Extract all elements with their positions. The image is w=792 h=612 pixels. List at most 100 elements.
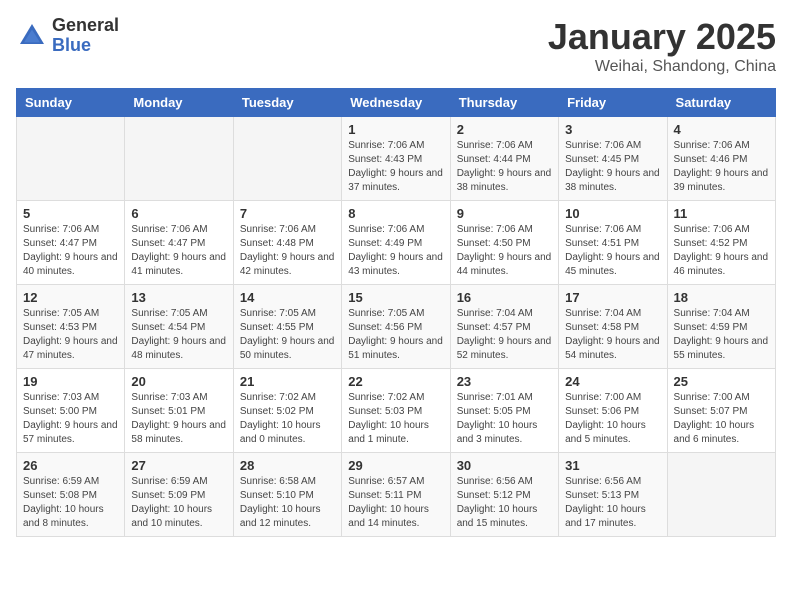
calendar-cell: 23 Sunrise: 7:01 AM Sunset: 5:05 PM Dayli… xyxy=(450,369,558,453)
day-info: Sunrise: 6:56 AM Sunset: 5:12 PM Dayligh… xyxy=(457,475,552,531)
calendar-header-day: Wednesday xyxy=(342,89,450,117)
calendar-cell: 17Sunrise: 7:04 AM Sunset: 4:58 PM Dayli… xyxy=(559,285,667,369)
day-number: 1 xyxy=(348,122,443,137)
day-number: 29 xyxy=(348,458,443,473)
day-number: 28 xyxy=(240,458,335,473)
day-number: 5 xyxy=(23,206,118,221)
day-number: 14 xyxy=(240,290,335,305)
day-info: Sunrise: 7:06 AM Sunset: 4:50 PM Dayligh… xyxy=(457,223,552,279)
logo-text: General Blue xyxy=(52,16,119,56)
day-number: 8 xyxy=(348,206,443,221)
calendar-cell: 19Sunrise: 7:03 AM Sunset: 5:00 PM Dayli… xyxy=(17,369,125,453)
day-info: Sunrise: 7:06 AM Sunset: 4:46 PM Dayligh… xyxy=(674,139,769,195)
calendar-cell: 21 Sunrise: 7:02 AM Sunset: 5:02 PM Dayli… xyxy=(233,369,341,453)
calendar-cell: 28 Sunrise: 6:58 AM Sunset: 5:10 PM Dayli… xyxy=(233,453,341,537)
day-info: Sunrise: 6:56 AM Sunset: 5:13 PM Dayligh… xyxy=(565,475,660,531)
day-info: Sunrise: 7:04 AM Sunset: 4:58 PM Dayligh… xyxy=(565,307,660,363)
calendar-cell: 16 Sunrise: 7:04 AM Sunset: 4:57 PM Dayli… xyxy=(450,285,558,369)
calendar-week-row: 19Sunrise: 7:03 AM Sunset: 5:00 PM Dayli… xyxy=(17,369,776,453)
calendar-cell: 2Sunrise: 7:06 AM Sunset: 4:44 PM Daylig… xyxy=(450,117,558,201)
day-number: 25 xyxy=(674,374,769,389)
day-number: 20 xyxy=(131,374,226,389)
calendar-week-row: 1 Sunrise: 7:06 AM Sunset: 4:43 PM Daylig… xyxy=(17,117,776,201)
day-info: Sunrise: 7:01 AM Sunset: 5:05 PM Dayligh… xyxy=(457,391,552,447)
day-info: Sunrise: 6:57 AM Sunset: 5:11 PM Dayligh… xyxy=(348,475,443,531)
calendar-cell: 1 Sunrise: 7:06 AM Sunset: 4:43 PM Daylig… xyxy=(342,117,450,201)
calendar-header-day: Sunday xyxy=(17,89,125,117)
day-info: Sunrise: 7:05 AM Sunset: 4:55 PM Dayligh… xyxy=(240,307,335,363)
logo-icon xyxy=(16,20,48,52)
day-number: 4 xyxy=(674,122,769,137)
calendar-cell: 10Sunrise: 7:06 AM Sunset: 4:51 PM Dayli… xyxy=(559,201,667,285)
day-info: Sunrise: 7:05 AM Sunset: 4:54 PM Dayligh… xyxy=(131,307,226,363)
calendar-header-day: Tuesday xyxy=(233,89,341,117)
calendar-cell: 15 Sunrise: 7:05 AM Sunset: 4:56 PM Dayli… xyxy=(342,285,450,369)
calendar-cell xyxy=(125,117,233,201)
logo-blue-text: Blue xyxy=(52,36,119,56)
day-info: Sunrise: 7:03 AM Sunset: 5:01 PM Dayligh… xyxy=(131,391,226,447)
calendar-header-day: Friday xyxy=(559,89,667,117)
day-info: Sunrise: 7:06 AM Sunset: 4:47 PM Dayligh… xyxy=(131,223,226,279)
day-number: 24 xyxy=(565,374,660,389)
day-number: 31 xyxy=(565,458,660,473)
calendar-cell xyxy=(233,117,341,201)
day-number: 22 xyxy=(348,374,443,389)
day-number: 9 xyxy=(457,206,552,221)
calendar-cell: 22Sunrise: 7:02 AM Sunset: 5:03 PM Dayli… xyxy=(342,369,450,453)
calendar-cell: 18Sunrise: 7:04 AM Sunset: 4:59 PM Dayli… xyxy=(667,285,775,369)
calendar-week-row: 26 Sunrise: 6:59 AM Sunset: 5:08 PM Dayli… xyxy=(17,453,776,537)
logo-general-text: General xyxy=(52,16,119,36)
day-info: Sunrise: 7:06 AM Sunset: 4:43 PM Dayligh… xyxy=(348,139,443,195)
day-info: Sunrise: 7:05 AM Sunset: 4:56 PM Dayligh… xyxy=(348,307,443,363)
day-info: Sunrise: 6:58 AM Sunset: 5:10 PM Dayligh… xyxy=(240,475,335,531)
day-number: 16 xyxy=(457,290,552,305)
calendar-header-day: Thursday xyxy=(450,89,558,117)
calendar-cell: 7Sunrise: 7:06 AM Sunset: 4:48 PM Daylig… xyxy=(233,201,341,285)
calendar-cell: 29 Sunrise: 6:57 AM Sunset: 5:11 PM Dayli… xyxy=(342,453,450,537)
day-info: Sunrise: 7:04 AM Sunset: 4:57 PM Dayligh… xyxy=(457,307,552,363)
day-info: Sunrise: 6:59 AM Sunset: 5:08 PM Dayligh… xyxy=(23,475,118,531)
calendar-cell: 3 Sunrise: 7:06 AM Sunset: 4:45 PM Daylig… xyxy=(559,117,667,201)
calendar-cell: 12Sunrise: 7:05 AM Sunset: 4:53 PM Dayli… xyxy=(17,285,125,369)
day-info: Sunrise: 7:06 AM Sunset: 4:49 PM Dayligh… xyxy=(348,223,443,279)
calendar-cell: 6 Sunrise: 7:06 AM Sunset: 4:47 PM Daylig… xyxy=(125,201,233,285)
calendar-cell: 9 Sunrise: 7:06 AM Sunset: 4:50 PM Daylig… xyxy=(450,201,558,285)
calendar-cell: 5 Sunrise: 7:06 AM Sunset: 4:47 PM Daylig… xyxy=(17,201,125,285)
day-info: Sunrise: 7:06 AM Sunset: 4:45 PM Dayligh… xyxy=(565,139,660,195)
day-number: 6 xyxy=(131,206,226,221)
calendar-cell: 27 Sunrise: 6:59 AM Sunset: 5:09 PM Dayli… xyxy=(125,453,233,537)
day-number: 23 xyxy=(457,374,552,389)
day-number: 21 xyxy=(240,374,335,389)
calendar-cell xyxy=(17,117,125,201)
day-info: Sunrise: 6:59 AM Sunset: 5:09 PM Dayligh… xyxy=(131,475,226,531)
day-number: 15 xyxy=(348,290,443,305)
day-number: 13 xyxy=(131,290,226,305)
day-info: Sunrise: 7:06 AM Sunset: 4:51 PM Dayligh… xyxy=(565,223,660,279)
day-info: Sunrise: 7:00 AM Sunset: 5:07 PM Dayligh… xyxy=(674,391,769,447)
calendar-cell: 11Sunrise: 7:06 AM Sunset: 4:52 PM Dayli… xyxy=(667,201,775,285)
day-number: 3 xyxy=(565,122,660,137)
day-info: Sunrise: 7:03 AM Sunset: 5:00 PM Dayligh… xyxy=(23,391,118,447)
calendar-week-row: 5 Sunrise: 7:06 AM Sunset: 4:47 PM Daylig… xyxy=(17,201,776,285)
day-number: 18 xyxy=(674,290,769,305)
calendar-title: January 2025 xyxy=(548,16,776,58)
calendar-cell: 26 Sunrise: 6:59 AM Sunset: 5:08 PM Dayli… xyxy=(17,453,125,537)
day-info: Sunrise: 7:02 AM Sunset: 5:02 PM Dayligh… xyxy=(240,391,335,447)
day-number: 7 xyxy=(240,206,335,221)
calendar-cell: 4 Sunrise: 7:06 AM Sunset: 4:46 PM Daylig… xyxy=(667,117,775,201)
header: General Blue January 2025 Weihai, Shando… xyxy=(16,16,776,76)
calendar-cell: 30 Sunrise: 6:56 AM Sunset: 5:12 PM Dayli… xyxy=(450,453,558,537)
day-info: Sunrise: 7:06 AM Sunset: 4:52 PM Dayligh… xyxy=(674,223,769,279)
calendar-table: SundayMondayTuesdayWednesdayThursdayFrid… xyxy=(16,88,776,537)
day-info: Sunrise: 7:00 AM Sunset: 5:06 PM Dayligh… xyxy=(565,391,660,447)
day-number: 30 xyxy=(457,458,552,473)
day-number: 26 xyxy=(23,458,118,473)
logo: General Blue xyxy=(16,16,119,56)
day-info: Sunrise: 7:05 AM Sunset: 4:53 PM Dayligh… xyxy=(23,307,118,363)
calendar-cell: 25 Sunrise: 7:00 AM Sunset: 5:07 PM Dayli… xyxy=(667,369,775,453)
calendar-subtitle: Weihai, Shandong, China xyxy=(548,58,776,76)
title-section: January 2025 Weihai, Shandong, China xyxy=(548,16,776,76)
day-number: 27 xyxy=(131,458,226,473)
day-number: 2 xyxy=(457,122,552,137)
day-info: Sunrise: 7:06 AM Sunset: 4:47 PM Dayligh… xyxy=(23,223,118,279)
